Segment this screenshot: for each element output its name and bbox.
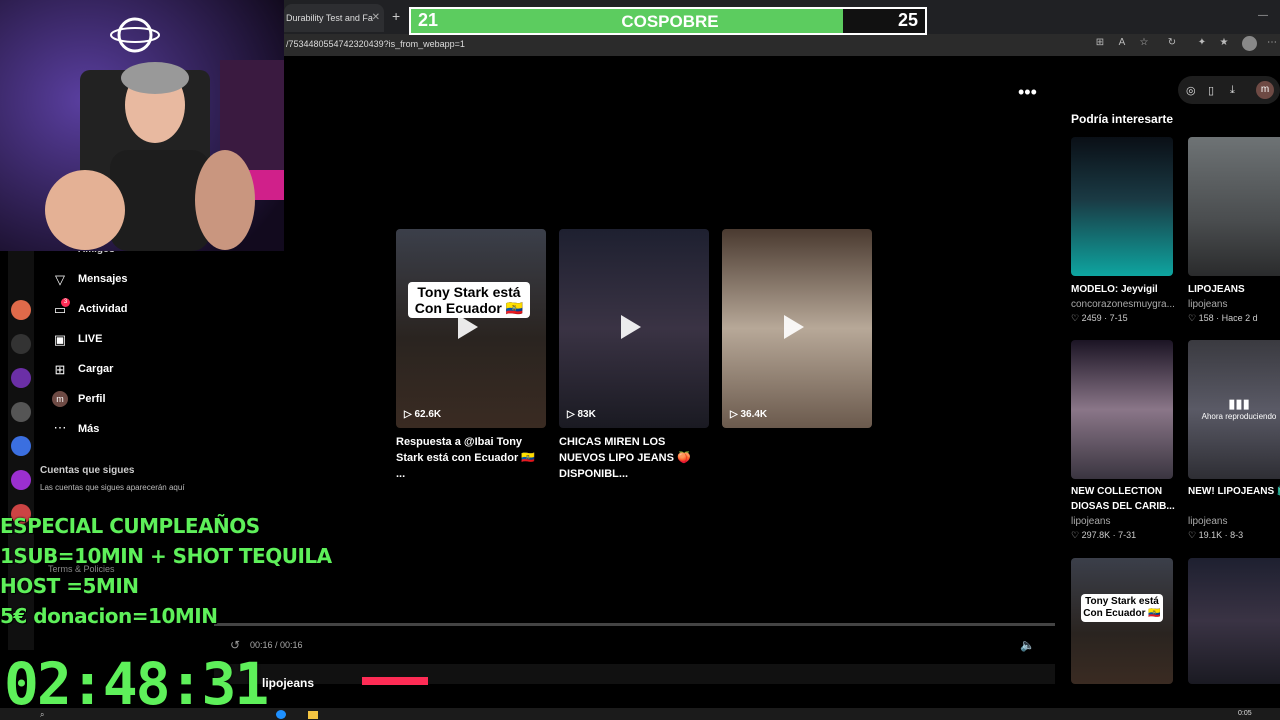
promo-line-4: 5€ donacion=10MIN: [0, 604, 218, 628]
download-icon[interactable]: ⤓: [1230, 84, 1235, 97]
folder-taskbar-icon[interactable]: [308, 711, 318, 719]
video-title-2[interactable]: CHICAS MIREN LOS NUEVOS LIPO JEANS 🍑 DIS…: [559, 434, 709, 482]
system-clock: 0:05: [1238, 710, 1252, 717]
rail-item-author[interactable]: concorazonesmuygra...: [1071, 299, 1175, 310]
video-title-1[interactable]: Respuesta a @Ibai Tony Stark está con Ec…: [396, 434, 546, 482]
rail-item-title[interactable]: MODELO: Jeyvigil: [1071, 282, 1175, 297]
avatar[interactable]: m: [1256, 81, 1274, 99]
compass-icon[interactable]: ◎: [1186, 84, 1196, 97]
nav-upload[interactable]: Cargar: [78, 363, 113, 375]
rail-thumb-4[interactable]: ▮▮▮ Ahora reproduciendo: [1188, 340, 1280, 479]
app-icon[interactable]: [11, 300, 31, 320]
rail-thumb-6[interactable]: [1188, 558, 1280, 684]
nav-live[interactable]: LIVE: [78, 333, 102, 345]
promo-line-1: ESPECIAL CUMPLEAÑOS: [0, 514, 260, 538]
refresh-icon[interactable]: ↻: [1166, 37, 1178, 49]
read-aloud-icon[interactable]: A: [1116, 37, 1128, 49]
rail-item-title[interactable]: NEW! LIPOJEANS 🛍️: [1188, 484, 1280, 499]
video-caption: Tony Stark está Con Ecuador 🇪🇨: [1081, 594, 1163, 622]
rail-item-stats: ♡ 297.8K · 7-31: [1071, 530, 1137, 540]
nav-profile[interactable]: Perfil: [78, 393, 106, 405]
author-bar: [214, 664, 1055, 684]
tab-title: Durability Test and Fa: [286, 13, 373, 23]
rail-thumb-2[interactable]: [1188, 137, 1280, 276]
extensions-icon[interactable]: ✦: [1196, 37, 1208, 49]
rail-item-title[interactable]: LIPOJEANS: [1188, 282, 1280, 297]
upload-icon[interactable]: ⊞: [52, 362, 68, 378]
video-card-1[interactable]: Tony Stark está Con Ecuador 🇪🇨 ▷ 62.6K: [396, 229, 546, 428]
rail-thumb-5[interactable]: Tony Stark está Con Ecuador 🇪🇨: [1071, 558, 1173, 684]
app-icon[interactable]: [11, 436, 31, 456]
close-tab-icon[interactable]: ✕: [372, 4, 380, 32]
video-caption: Tony Stark está Con Ecuador 🇪🇨: [408, 282, 530, 318]
rail-item-stats: ♡ 2459 · 7-15: [1071, 313, 1128, 323]
search-icon[interactable]: ⌕: [40, 710, 44, 720]
app-icon[interactable]: [11, 334, 31, 354]
window-minimize-icon[interactable]: —: [1258, 10, 1268, 21]
vs-title: COSPOBRE: [621, 12, 719, 31]
taskbar: [0, 708, 1280, 720]
rail-item-stats: ♡ 158 · Hace 2 d: [1188, 313, 1258, 323]
rail-item-author[interactable]: lipojeans: [1071, 516, 1175, 527]
rail-title: Podría interesarte: [1071, 112, 1174, 126]
favorite-star-icon[interactable]: ☆: [1138, 37, 1150, 49]
new-tab-icon[interactable]: +: [392, 8, 400, 24]
rail-item-title[interactable]: NEW COLLECTION DIOSAS DEL CARIB...: [1071, 484, 1175, 514]
browser-tab[interactable]: Durability Test and Fa ✕: [284, 4, 384, 32]
rail-thumb-3[interactable]: [1071, 340, 1173, 479]
app-icon[interactable]: [11, 402, 31, 422]
avatar-icon[interactable]: m: [52, 391, 68, 407]
video-time: 00:16 / 00:16: [250, 640, 303, 650]
following-title: Cuentas que sigues: [40, 465, 135, 476]
rail-item-author[interactable]: lipojeans: [1188, 516, 1280, 527]
paper-plane-icon[interactable]: ▽: [52, 272, 68, 288]
vs-right-score: 25: [898, 10, 919, 30]
play-icon: [621, 315, 641, 339]
play-icon: [784, 315, 804, 339]
rail-item-stats: ♡ 19.1K · 8-3: [1188, 530, 1244, 540]
now-playing-icon: ▮▮▮: [1228, 396, 1250, 411]
promo-line-3: HOST =5MIN: [0, 574, 139, 598]
rail-thumb-1[interactable]: [1071, 137, 1173, 276]
more-options-icon[interactable]: •••: [1018, 82, 1037, 103]
follow-button[interactable]: [362, 677, 428, 685]
view-count: ▷ 36.4K: [730, 409, 768, 420]
video-card-3[interactable]: ▷ 36.4K: [722, 229, 872, 428]
browser-profile-icon[interactable]: [1242, 36, 1257, 51]
vs-left-score: 21: [418, 10, 439, 30]
nav-more[interactable]: Más: [78, 423, 99, 435]
author-name[interactable]: lipojeans: [262, 676, 314, 690]
nav-activity[interactable]: Actividad: [78, 303, 128, 315]
more-icon[interactable]: ⋯: [52, 420, 68, 436]
app-icon[interactable]: [11, 470, 31, 490]
play-icon: [458, 315, 478, 339]
volume-icon[interactable]: 🔈: [1020, 638, 1035, 652]
video-progress-bar[interactable]: [214, 623, 1055, 626]
view-count: ▷ 83K: [567, 409, 596, 420]
now-playing-label: Ahora reproduciendo: [1201, 412, 1277, 421]
webcam-feed: [0, 0, 284, 251]
app-icon[interactable]: [11, 368, 31, 388]
promo-line-2: 1SUB=10MIN + SHOT TEQUILA: [0, 544, 332, 568]
notification-badge: 3: [61, 298, 70, 307]
browser-taskbar-icon[interactable]: [276, 710, 286, 719]
following-hint: Las cuentas que sigues aparecerán aquí: [40, 483, 185, 492]
favorites-icon[interactable]: ★: [1218, 37, 1230, 49]
live-tv-icon[interactable]: ▣: [52, 332, 68, 348]
rail-item-author[interactable]: lipojeans: [1188, 299, 1280, 310]
url-text[interactable]: /7534480554742320439?is_from_webapp=1: [286, 39, 465, 49]
video-card-2[interactable]: ▷ 83K: [559, 229, 709, 428]
browser-menu-icon[interactable]: ⋯: [1266, 37, 1278, 49]
webcam-image: [0, 0, 284, 251]
nav-messages[interactable]: Mensajes: [78, 273, 128, 285]
view-count: ▷ 62.6K: [404, 409, 442, 420]
split-screen-icon[interactable]: ⊞: [1094, 37, 1106, 49]
mobile-icon[interactable]: ▯: [1208, 84, 1214, 97]
